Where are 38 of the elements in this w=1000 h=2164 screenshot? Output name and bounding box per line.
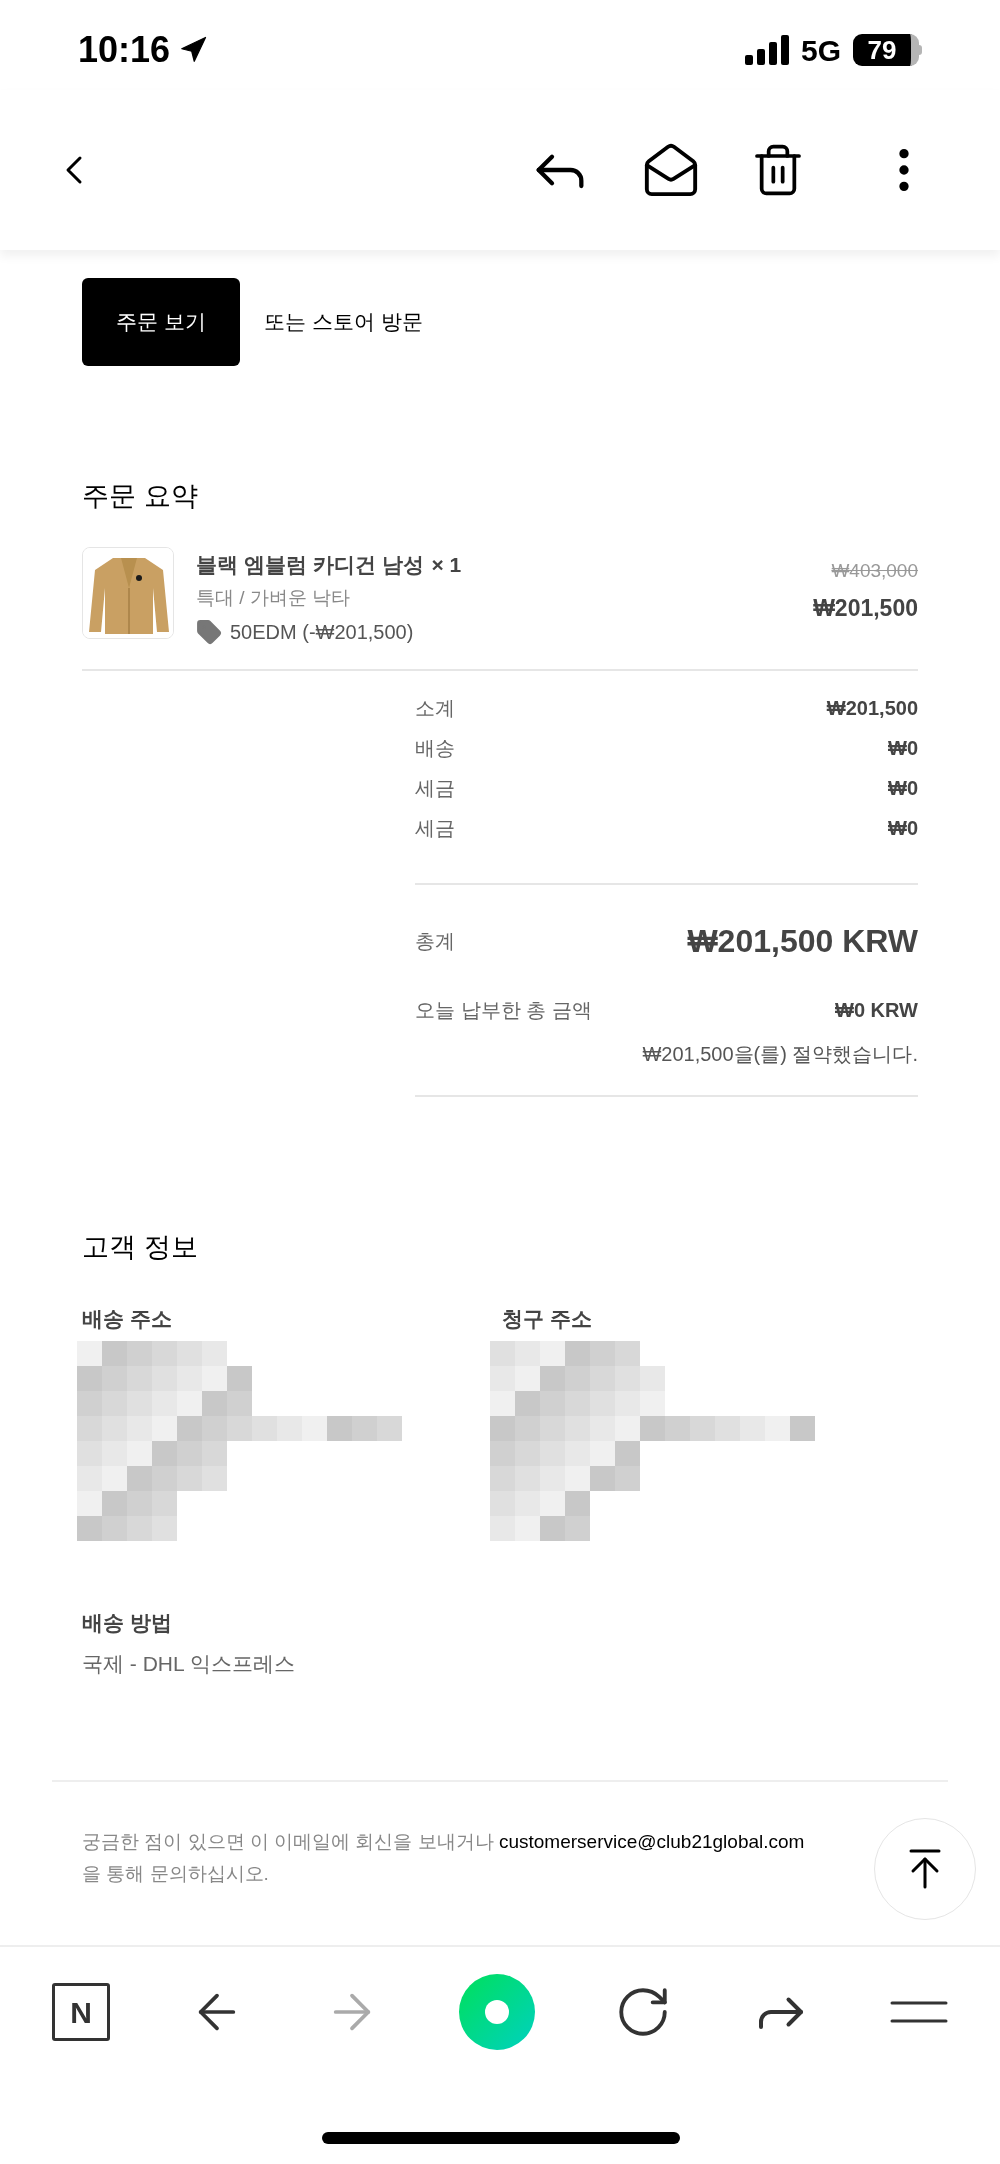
summary-value: ₩0 xyxy=(888,815,918,841)
total-label: 총계 xyxy=(415,928,455,954)
naver-logo[interactable]: N xyxy=(52,1983,110,2041)
status-time: 10:16 xyxy=(78,28,171,72)
summary-value: ₩0 xyxy=(888,775,918,801)
summary-label: 배송 xyxy=(415,735,455,761)
section-title: 고객 정보 xyxy=(82,1230,199,1264)
summary-value: ₩201,500 xyxy=(826,695,918,721)
signal-icon xyxy=(744,35,789,65)
email-link[interactable]: customerservice@club21global.com xyxy=(498,1830,805,1852)
product-name: 블랙 엠블럼 카디건 남성 xyxy=(196,551,424,578)
store-link[interactable]: 또는 스토어 방문 xyxy=(264,306,423,338)
address-label: 배송 주소 xyxy=(82,1306,173,1332)
summary-label: 세금 xyxy=(415,775,455,801)
discount-code: 50EDM (-₩201,500) xyxy=(230,619,414,645)
location-arrow-icon xyxy=(178,35,209,65)
savings-text: ₩201,500을(를) 절약했습니다. xyxy=(642,1041,918,1067)
address-label: 청구 주소 xyxy=(502,1306,593,1332)
view-order-button[interactable]: 주문 보기 xyxy=(82,278,240,366)
battery-indicator: 79 xyxy=(853,34,922,66)
section-title: 주문 요약 xyxy=(82,480,199,513)
paid-today-value: ₩0 KRW xyxy=(835,997,918,1023)
sale-price: ₩201,500 xyxy=(813,594,918,623)
tag-icon xyxy=(196,618,222,645)
envelope-icon[interactable] xyxy=(642,141,700,199)
footer-text: 궁금한 점이 있으면 이 이메일에 회신을 보내거나 customerservice@club21global.com 을 통해 문의하십시오. xyxy=(82,1829,806,1886)
summary-label: 세금 xyxy=(415,815,455,841)
product-variant: 특대 / 가벼운 낙타 xyxy=(196,586,352,610)
summary-label: 소계 xyxy=(415,695,455,721)
original-price: ₩403,000 xyxy=(831,558,918,583)
summary-value: ₩0 xyxy=(888,735,918,761)
paid-today-label: 오늘 납부한 총 금액 xyxy=(415,997,592,1023)
shipping-method: 국제 - DHL 익스프레스 xyxy=(82,1651,296,1677)
network-label: 5G xyxy=(800,32,841,69)
product-quantity: × 1 xyxy=(431,551,462,578)
shipping-method-label: 배송 방법 xyxy=(82,1609,173,1636)
total-value: ₩201,500 KRW xyxy=(687,921,918,961)
menu-icon[interactable] xyxy=(890,2000,948,2024)
